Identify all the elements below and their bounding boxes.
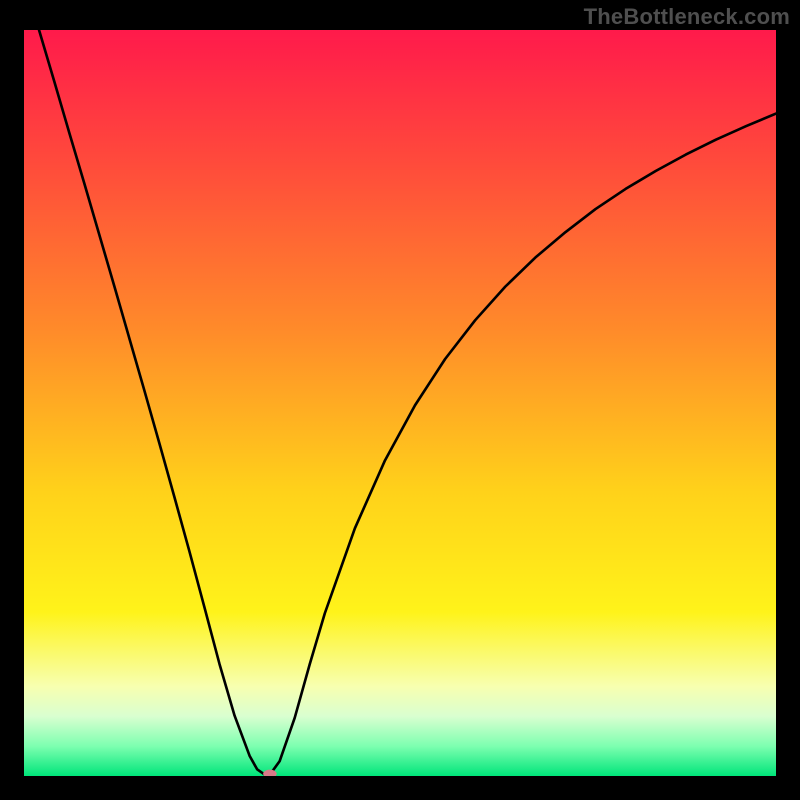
chart-svg xyxy=(24,30,776,776)
gradient-background xyxy=(24,30,776,776)
attribution-text: TheBottleneck.com xyxy=(584,4,790,30)
chart-frame: TheBottleneck.com xyxy=(0,0,800,800)
bottleneck-chart xyxy=(24,30,776,776)
